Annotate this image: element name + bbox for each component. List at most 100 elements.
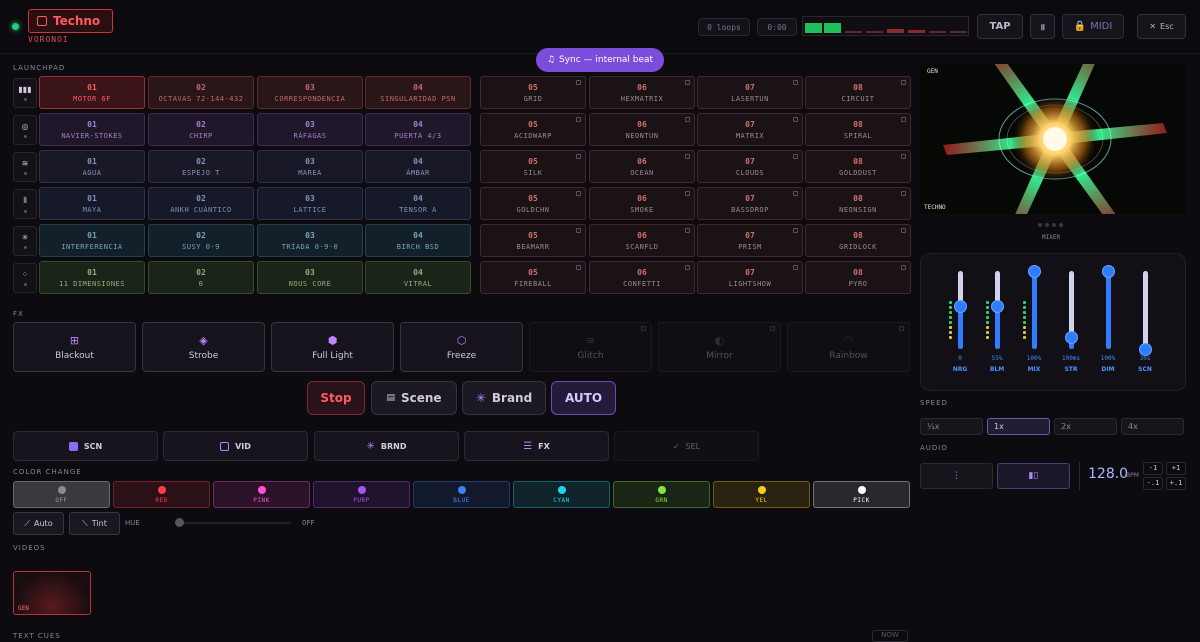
launchpad-cell[interactable]: 03 CORRESPONDENCIA (257, 76, 363, 109)
row-3-selector[interactable]: ≋ (13, 152, 37, 182)
launchpad-cell[interactable]: 02 0 (148, 261, 254, 294)
launchpad-cell[interactable]: 07 CLOUDS (697, 150, 803, 183)
now-button[interactable]: NOW (872, 630, 908, 642)
row-6-selector[interactable]: ⁘ (13, 263, 37, 293)
launchpad-cell[interactable]: 04 VITRAL (365, 261, 471, 294)
fader-knob[interactable] (954, 300, 967, 314)
row-2-selector[interactable]: ◎ (13, 115, 37, 145)
hue-slider[interactable] (175, 518, 291, 527)
midi-button[interactable]: 🔒 MIDI (1062, 14, 1124, 39)
color-pick-button[interactable]: PICK (813, 481, 910, 508)
fx-rainbow-button[interactable]: ◠ Rainbow (787, 322, 910, 372)
tint-button[interactable]: ⟍ Tint (69, 512, 120, 535)
speed-option[interactable]: 2x (1054, 418, 1117, 435)
launchpad-cell[interactable]: 05 GOLDCHN (480, 187, 586, 220)
bpm-dec-button[interactable]: -1 (1143, 462, 1163, 475)
fader-mix[interactable]: 100% MIX (1021, 265, 1047, 377)
genre-button[interactable]: Techno (28, 9, 113, 33)
launchpad-cell[interactable]: 08 PYRO (805, 261, 911, 294)
launchpad-cell[interactable]: 01 MAYA (39, 187, 145, 220)
fader-knob[interactable] (991, 300, 1004, 314)
fx-strobe-button[interactable]: ◈ Strobe (142, 322, 265, 372)
color-yel-button[interactable]: YEL (713, 481, 810, 508)
launchpad-cell[interactable]: 04 ÁMBAR (365, 150, 471, 183)
fx-quick-button[interactable]: ☰ FX (464, 431, 609, 461)
launchpad-cell[interactable]: 05 FIREBALL (480, 261, 586, 294)
launchpad-cell[interactable]: 08 GRIDLOCK (805, 224, 911, 257)
launchpad-cell[interactable]: 02 OCTAVAS 72·144·432 (148, 76, 254, 109)
launchpad-cell[interactable]: 03 NOUS CORE (257, 261, 363, 294)
launchpad-cell[interactable]: 03 LATTICE (257, 187, 363, 220)
fx-blackout-button[interactable]: ⊞ Blackout (13, 322, 136, 372)
launchpad-cell[interactable]: 01 11 DIMENSIONES (39, 261, 145, 294)
launchpad-cell[interactable]: 06 CONFETTI (589, 261, 695, 294)
bpm-dec-fine-button[interactable]: -.1 (1143, 477, 1163, 490)
launchpad-cell[interactable]: 02 SUSY 0·9 (148, 224, 254, 257)
launchpad-cell[interactable]: 05 ACIDWARP (480, 113, 586, 146)
color-grn-button[interactable]: GRN (613, 481, 710, 508)
fader-scn[interactable]: 30s SCN (1132, 267, 1158, 377)
hue-slider-thumb[interactable] (175, 518, 184, 527)
fx-full-light-button[interactable]: ⬢ Full Light (271, 322, 394, 372)
scene-button[interactable]: ▤ Scene (371, 381, 457, 415)
launchpad-cell[interactable]: 05 BEAMARR (480, 224, 586, 257)
launchpad-cell[interactable]: 03 RÁFAGAS (257, 113, 363, 146)
launchpad-cell[interactable]: 02 CHIRP (148, 113, 254, 146)
launchpad-cell[interactable]: 01 MOTOR 6F (39, 76, 145, 109)
fx-mirror-button[interactable]: ◐ Mirror (658, 322, 781, 372)
brnd-button[interactable]: ✳ BRND (314, 431, 459, 461)
launchpad-cell[interactable]: 06 HEXMATRIX (589, 76, 695, 109)
row-5-selector[interactable]: ✳ (13, 226, 37, 256)
bars-button[interactable]: ▮▯ (997, 463, 1070, 489)
launchpad-cell[interactable]: 04 PUERTA 4/3 (365, 113, 471, 146)
launchpad-cell[interactable]: 05 GRID (480, 76, 586, 109)
launchpad-cell[interactable]: 06 NEONTUN (589, 113, 695, 146)
color-cyan-button[interactable]: CYAN (513, 481, 610, 508)
eq-button[interactable]: ⫶ (920, 463, 993, 489)
video-thumbnail[interactable]: GEN (13, 571, 91, 615)
scn-button[interactable]: SCN (13, 431, 158, 461)
color-blue-button[interactable]: BLUE (413, 481, 510, 508)
stop-button[interactable]: Stop (307, 381, 365, 415)
fader-blm[interactable]: 55% BLM (984, 267, 1010, 377)
fader-knob[interactable] (1102, 265, 1115, 278)
launchpad-cell[interactable]: 04 BIRCH BSD (365, 224, 471, 257)
launchpad-cell[interactable]: 07 MATRIX (697, 113, 803, 146)
sel-button[interactable]: ✓ SEL (614, 431, 759, 461)
color-off-button[interactable]: OFF (13, 481, 110, 508)
vid-button[interactable]: VID (163, 431, 308, 461)
launchpad-cell[interactable]: 06 SCANFLD (589, 224, 695, 257)
launchpad-cell[interactable]: 01 INTERFERENCIA (39, 224, 145, 257)
launchpad-cell[interactable]: 07 BASSDROP (697, 187, 803, 220)
launchpad-cell[interactable]: 02 ANKH CUÁNTICO (148, 187, 254, 220)
speed-option[interactable]: 4x (1121, 418, 1184, 435)
pause-button[interactable]: ॥ (1030, 14, 1055, 39)
launchpad-cell[interactable]: 07 LIGHTSHOW (697, 261, 803, 294)
launchpad-cell[interactable]: 04 SINGULARIDAD PSN (365, 76, 471, 109)
launchpad-cell[interactable]: 07 LASERTUN (697, 76, 803, 109)
launchpad-cell[interactable]: 01 NAVIER-STOKES (39, 113, 145, 146)
tap-button[interactable]: TAP (977, 14, 1023, 39)
launchpad-cell[interactable]: 06 OCEAN (589, 150, 695, 183)
auto-color-button[interactable]: ⟋ Auto (13, 512, 64, 535)
launchpad-cell[interactable]: 03 MAREA (257, 150, 363, 183)
brand-button[interactable]: ✳ Brand (462, 381, 546, 415)
fader-nrg[interactable]: 0 NRG (947, 267, 973, 377)
launchpad-cell[interactable]: 08 GOLDDUST (805, 150, 911, 183)
esc-button[interactable]: ✕ Esc (1137, 14, 1186, 39)
fx-freeze-button[interactable]: ⬡ Freeze (400, 322, 523, 372)
launchpad-cell[interactable]: 08 NEONSIGN (805, 187, 911, 220)
row-4-selector[interactable]: ⫴ (13, 189, 37, 219)
color-purp-button[interactable]: PURP (313, 481, 410, 508)
speed-option[interactable]: 1x (987, 418, 1050, 435)
auto-button[interactable]: AUTO (551, 381, 616, 415)
launchpad-cell[interactable]: 07 PRISM (697, 224, 803, 257)
launchpad-cell[interactable]: 06 SMOKE (589, 187, 695, 220)
page-dots[interactable] (1038, 223, 1070, 227)
speed-option[interactable]: ¼x (920, 418, 983, 435)
fader-str[interactable]: 100ms STR (1058, 267, 1084, 377)
launchpad-cell[interactable]: 05 SILK (480, 150, 586, 183)
color-red-button[interactable]: RED (113, 481, 210, 508)
bpm-inc-fine-button[interactable]: +.1 (1166, 477, 1186, 490)
launchpad-cell[interactable]: 08 SPIRAL (805, 113, 911, 146)
